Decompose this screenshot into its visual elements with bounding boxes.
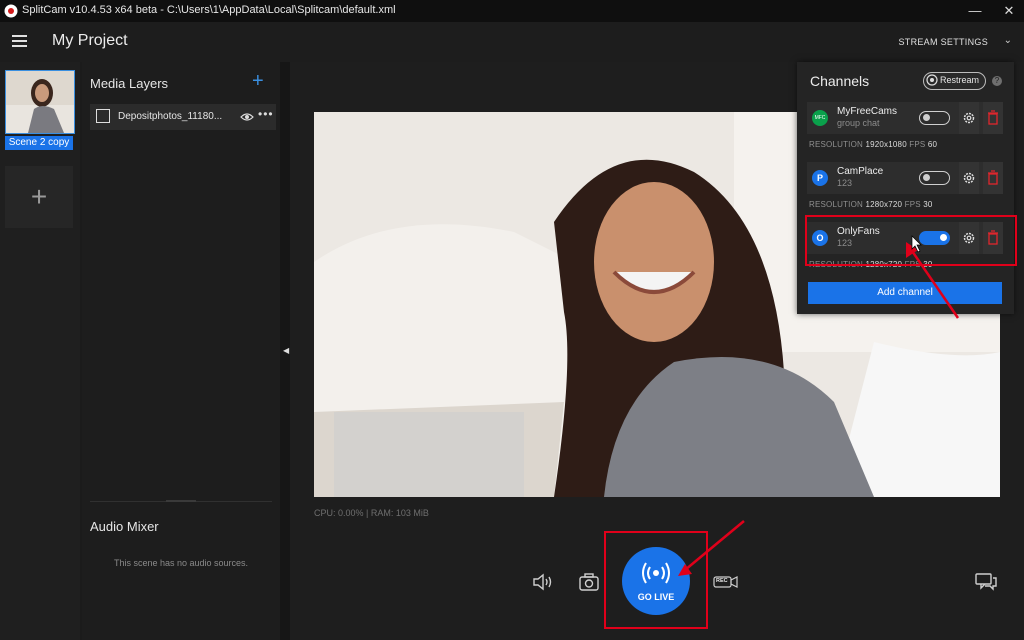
channel-subtitle: 123 — [837, 178, 853, 188]
audio-mixer-empty-message: This scene has no audio sources. — [113, 558, 249, 568]
speaker-icon[interactable] — [531, 572, 555, 592]
channel-subtitle: group chat — [837, 118, 880, 128]
media-layers-title: Media Layers — [90, 76, 169, 91]
add-layer-button[interactable]: + — [252, 70, 264, 93]
media-layers-panel: Media Layers + Depositphotos_11180... ••… — [82, 62, 280, 640]
channels-title: Channels — [810, 73, 870, 89]
more-options-icon[interactable]: ••• — [258, 107, 274, 121]
camplace-logo-icon: P — [812, 170, 828, 186]
resize-handle[interactable] — [166, 500, 196, 502]
scene-thumbnail[interactable] — [5, 70, 75, 134]
audio-mixer-title: Audio Mixer — [90, 519, 159, 534]
channel-row-myfreecams[interactable]: MFC MyFreeCams group chat — [807, 102, 1003, 134]
window-title: SplitCam v10.4.53 x64 beta - C:\Users\1\… — [22, 4, 396, 16]
app-header: My Project STREAM SETTINGS ⌄ — [0, 22, 1024, 62]
restream-label: Restream — [940, 75, 980, 85]
scene-label[interactable]: Scene 2 copy — [5, 136, 73, 150]
camera-icon[interactable] — [577, 572, 601, 592]
title-bar: SplitCam v10.4.53 x64 beta - C:\Users\1\… — [0, 0, 1024, 22]
layer-item[interactable]: Depositphotos_11180... ••• — [90, 104, 276, 130]
restream-icon — [926, 74, 938, 86]
channels-panel: Channels Restream ? MFC MyFreeCams group… — [797, 62, 1017, 314]
collapse-arrow-icon[interactable]: ◀ — [283, 346, 289, 355]
channel-settings-button[interactable] — [959, 102, 979, 134]
image-icon — [96, 109, 110, 123]
channel-toggle[interactable] — [919, 171, 950, 185]
chat-icon[interactable] — [974, 572, 998, 592]
trash-icon — [988, 170, 998, 185]
channel-toggle[interactable] — [919, 111, 950, 125]
go-live-label: GO LIVE — [637, 592, 675, 602]
channel-name: CamPlace — [837, 166, 884, 177]
gear-icon — [963, 172, 975, 184]
close-window-button[interactable]: ✕ — [994, 0, 1024, 22]
stream-settings-button[interactable]: STREAM SETTINGS — [898, 37, 988, 47]
channel-delete-button[interactable] — [983, 162, 1003, 194]
channel-meta: RESOLUTION 1280x720 FPS 30 — [809, 200, 933, 209]
chevron-down-icon[interactable]: ⌄ — [1004, 35, 1012, 46]
channel-settings-button[interactable] — [959, 162, 979, 194]
help-icon[interactable]: ? — [992, 76, 1002, 86]
hamburger-icon[interactable] — [12, 35, 27, 47]
add-scene-button[interactable]: + — [5, 166, 73, 228]
add-channel-button[interactable]: Add channel — [808, 282, 1002, 304]
channel-row-camplace[interactable]: P CamPlace 123 — [807, 162, 1003, 194]
minimize-button[interactable]: — — [960, 0, 990, 22]
channel-delete-button[interactable] — [983, 102, 1003, 134]
splitcam-logo-icon — [4, 4, 18, 18]
eye-icon[interactable] — [240, 110, 254, 124]
onlyfans-highlight-box — [805, 215, 1017, 266]
rec-label: REC — [716, 578, 728, 584]
project-title: My Project — [52, 32, 128, 49]
record-button[interactable]: REC — [713, 572, 739, 592]
system-stats: CPU: 0.00% | RAM: 103 MiB — [314, 508, 429, 518]
layer-name: Depositphotos_11180... — [118, 111, 223, 122]
channel-meta: RESOLUTION 1920x1080 FPS 60 — [809, 140, 938, 149]
broadcast-icon — [642, 562, 670, 584]
myfreecams-logo-icon: MFC — [812, 110, 828, 126]
scene-preview-image — [6, 71, 74, 133]
go-live-button[interactable] — [622, 547, 690, 615]
trash-icon — [988, 110, 998, 125]
scenes-panel: Scene 2 copy + — [0, 62, 80, 640]
channel-name: MyFreeCams — [837, 106, 898, 117]
gear-icon — [963, 112, 975, 124]
